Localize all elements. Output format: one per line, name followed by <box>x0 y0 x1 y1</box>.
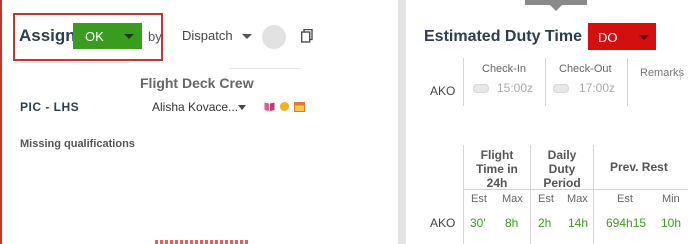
sun-icon <box>280 102 289 111</box>
separator <box>545 58 546 106</box>
assign-status-select[interactable]: OK <box>73 23 142 49</box>
calendar-icon <box>294 102 305 112</box>
faded-row <box>230 68 300 75</box>
copy-icon[interactable] <box>301 29 313 43</box>
separator <box>593 145 594 244</box>
remarks-label: Remarks <box>640 67 685 79</box>
panel-tab-indicator <box>525 0 587 11</box>
prev-rest-min: 10h <box>661 216 682 230</box>
book-icon <box>264 102 275 111</box>
duty-type-select[interactable]: DO <box>588 23 656 50</box>
separator <box>530 145 531 244</box>
chevron-down-icon <box>639 35 649 40</box>
prev-rest-est: 694h15 <box>606 216 647 230</box>
crew-member-select[interactable]: Alisha Kovace... <box>152 100 246 114</box>
chevron-down-icon <box>124 34 134 39</box>
assigned-by-select[interactable]: Dispatch <box>182 28 252 43</box>
check-out-label: Check-Out <box>559 63 612 75</box>
sub-header: Est <box>538 193 554 205</box>
assign-status-value: OK <box>85 29 104 44</box>
separator <box>627 58 628 106</box>
panel-edge <box>0 0 2 244</box>
crew-member-value: Alisha Kovace... <box>152 100 239 114</box>
daily-duty-est: 2h <box>538 216 552 230</box>
flight-time-max: 8h <box>505 216 519 230</box>
faded-row <box>20 62 130 69</box>
remarks-field[interactable] <box>680 68 688 80</box>
avatar-button[interactable] <box>262 25 286 49</box>
separator <box>463 145 464 244</box>
flight-time-header: Flight Time in 24h <box>476 148 518 190</box>
assigned-by-value: Dispatch <box>182 28 233 43</box>
missing-qualifications-label: Missing qualifications <box>20 138 135 150</box>
check-out-toggle[interactable] <box>553 84 569 93</box>
sub-header: Est <box>471 193 487 205</box>
panel-divider <box>398 0 406 244</box>
flight-time-est: 30' <box>470 216 486 230</box>
check-in-toggle[interactable] <box>473 84 489 93</box>
duty-type-value: DO <box>598 30 618 45</box>
daily-duty-max: 14h <box>568 216 589 230</box>
station-label: AKO <box>430 216 456 230</box>
sub-header: Min <box>662 193 680 205</box>
check-in-time: 15:00z <box>497 81 534 95</box>
chevron-down-icon <box>238 105 246 110</box>
crew-position-label: PIC - LHS <box>20 100 80 114</box>
separator <box>463 58 464 106</box>
sub-header: Max <box>502 193 523 205</box>
check-out-time: 17:00z <box>579 81 616 95</box>
check-in-label: Check-In <box>482 63 527 75</box>
sub-header: Max <box>567 193 588 205</box>
sub-header: Est <box>617 193 633 205</box>
station-label: AKO <box>430 84 456 98</box>
assign-label: Assign <box>19 26 76 45</box>
prev-rest-header: Prev. Rest <box>610 160 668 174</box>
warning-strip <box>155 240 250 244</box>
daily-duty-header: Daily Duty Period <box>543 148 581 190</box>
by-label: by <box>148 29 162 44</box>
flight-deck-crew-title: Flight Deck Crew <box>140 75 254 91</box>
chevron-down-icon <box>242 34 252 39</box>
estimated-duty-time-title: Estimated Duty Time <box>424 28 582 45</box>
